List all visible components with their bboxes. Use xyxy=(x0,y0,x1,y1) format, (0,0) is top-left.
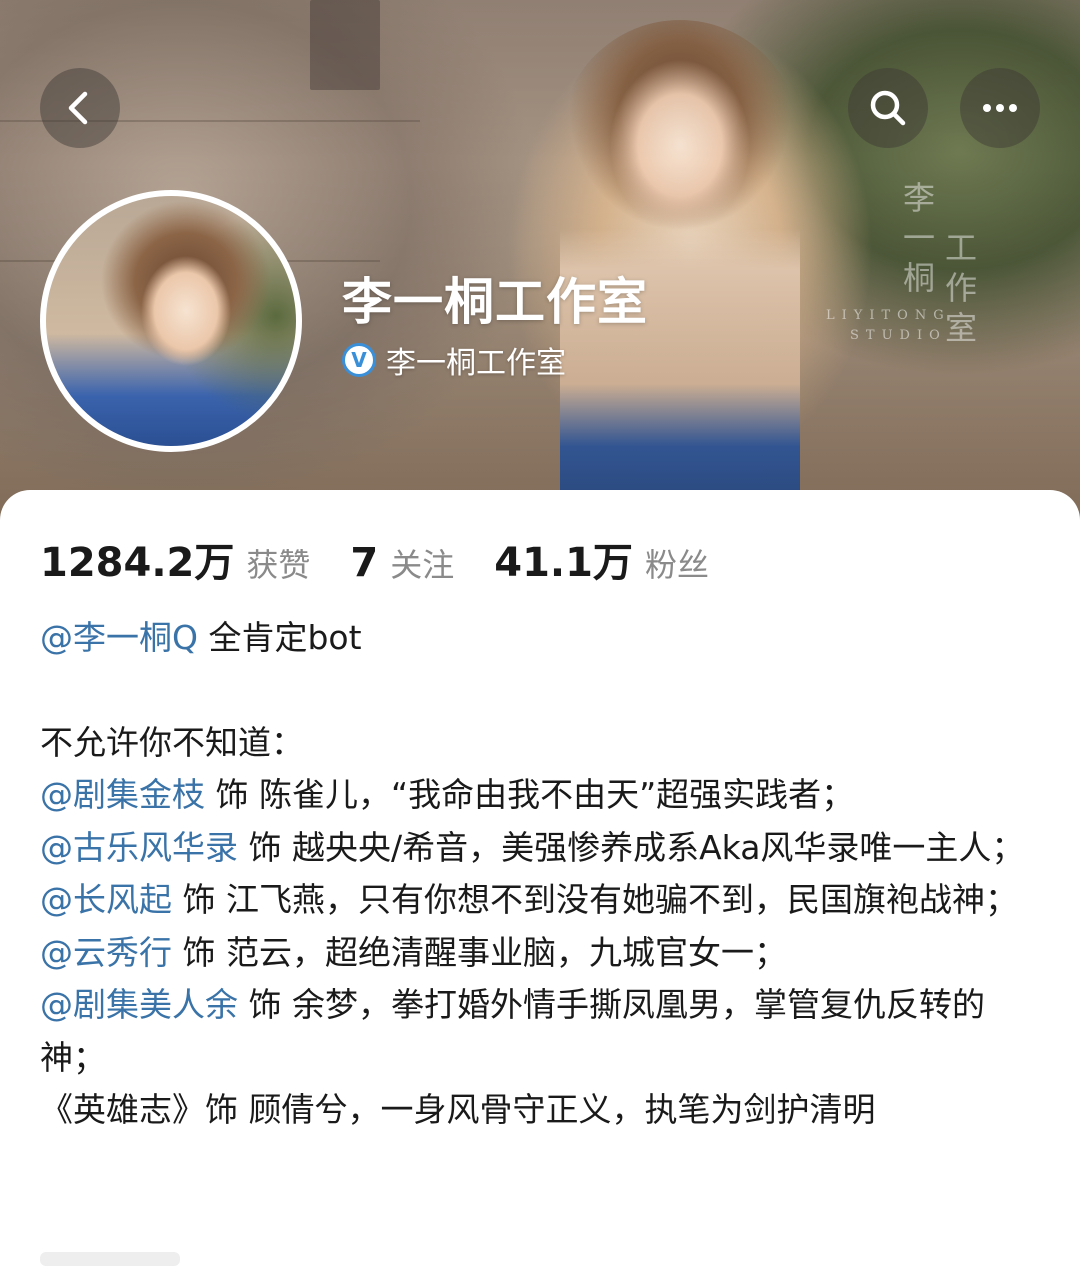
more-dots-icon xyxy=(983,104,1017,112)
watermark-english: LIYITONG STUDIO xyxy=(826,308,951,343)
profile-name: 李一桐工作室 xyxy=(342,273,648,331)
mention-link[interactable]: @长风起 xyxy=(40,880,172,919)
stat-followers[interactable]: 41.1万 粉丝 xyxy=(494,530,709,588)
stat-likes[interactable]: 1284.2万 获赞 xyxy=(40,530,310,588)
verified-badge-icon: V xyxy=(342,343,376,377)
stat-likes-value: 1284.2万 xyxy=(40,540,235,586)
stats-row: 1284.2万 获赞 7 关注 41.1万 粉丝 xyxy=(40,530,749,588)
mention-link[interactable]: @古乐风华录 xyxy=(40,828,238,867)
bio-item-text: 饰 范云，超绝清醒事业脑，九城官女一； xyxy=(172,932,787,972)
search-icon xyxy=(870,90,906,126)
search-button[interactable] xyxy=(848,68,928,148)
bio-item: @云秀行 饰 范云，超绝清醒事业脑，九城官女一； xyxy=(40,927,1050,980)
bio-item: @剧集美人余 饰 余梦，拳打婚外情手撕凤凰男，掌管复仇反转的神； xyxy=(40,979,1050,1084)
watermark-name: 李 一 桐 xyxy=(902,179,935,297)
bio-spacer xyxy=(40,665,1050,717)
more-button[interactable] xyxy=(960,68,1040,148)
bio-item: @剧集金枝 饰 陈雀儿，“我命由我不由天”超强实践者； xyxy=(40,769,1050,822)
bio-line: @李一桐Q 全肯定bot xyxy=(40,612,1050,665)
stat-following-label: 关注 xyxy=(390,546,455,584)
bio-item: @古乐风华录 饰 越央央/希音，美强惨养成系Aka风华录唯一主人； xyxy=(40,822,1050,875)
bio-line-text: 全肯定bot xyxy=(197,618,362,657)
bio-intro: 不允许你不知道： xyxy=(40,722,304,762)
expand-indicator[interactable] xyxy=(40,1252,180,1266)
mention-link[interactable]: @云秀行 xyxy=(40,933,172,972)
bio-last-line: 《英雄志》饰 顾倩兮，一身风骨守正义，执笔为剑护清明 xyxy=(40,1090,876,1129)
stat-likes-label: 获赞 xyxy=(246,546,311,584)
stat-followers-label: 粉丝 xyxy=(644,546,709,584)
mention-link[interactable]: @剧集金枝 xyxy=(40,775,205,814)
mention-link[interactable]: @剧集美人余 xyxy=(40,985,238,1024)
bio-text: @李一桐Q 全肯定bot 不允许你不知道： @剧集金枝 饰 陈雀儿，“我命由我不… xyxy=(40,612,1050,1137)
back-button[interactable] xyxy=(40,68,120,148)
stat-following[interactable]: 7 关注 xyxy=(350,540,454,586)
watermark-studio: 工 作 室 xyxy=(944,229,977,347)
profile-banner: 李 一 桐 工 作 室 LIYITONG STUDIO 李一桐工作室 V 李一桐… xyxy=(0,0,1080,540)
bio-item: @长风起 饰 江飞燕，只有你想不到没有她骗不到，民国旗袍战神； xyxy=(40,874,1050,927)
verified-label: 李一桐工作室 xyxy=(386,346,566,381)
chevron-left-icon xyxy=(68,91,88,125)
avatar[interactable] xyxy=(40,190,302,452)
bio-item-text: 饰 陈雀儿，“我命由我不由天”超强实践者； xyxy=(205,775,855,814)
profile-card: 1284.2万 获赞 7 关注 41.1万 粉丝 @李一桐Q 全肯定bot 不允… xyxy=(0,490,1080,1267)
stat-followers-value: 41.1万 xyxy=(494,540,633,586)
stat-following-value: 7 xyxy=(350,540,379,586)
mention-link[interactable]: @李一桐Q xyxy=(40,618,198,657)
bio-item-text: 饰 越央央/希音，美强惨养成系Aka风华录唯一主人； xyxy=(238,827,1025,867)
bio-item-text: 饰 江飞燕，只有你想不到没有她骗不到，民国旗袍战神； xyxy=(172,880,1018,919)
verified-row: V 李一桐工作室 xyxy=(342,338,566,382)
